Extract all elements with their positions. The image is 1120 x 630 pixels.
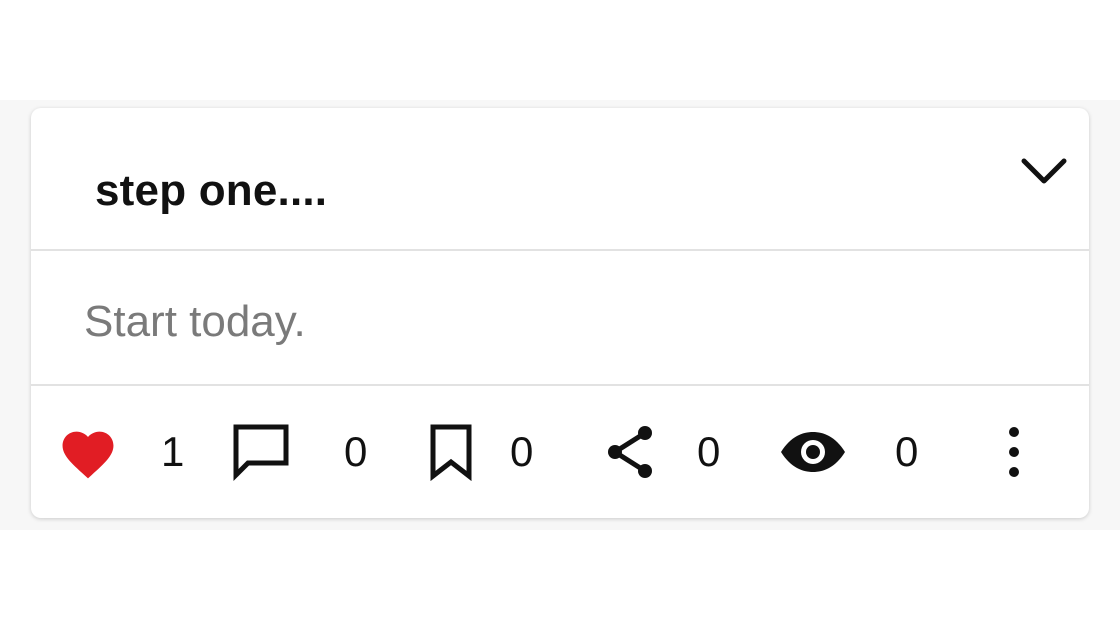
more-vertical-icon (1009, 427, 1019, 477)
post-body-text: Start today. (84, 297, 306, 346)
collapse-button[interactable] (1019, 153, 1069, 189)
like-button[interactable]: 1 (57, 386, 197, 518)
comment-button[interactable]: 0 (230, 386, 380, 518)
share-button[interactable]: 0 (603, 386, 733, 518)
post-card: step one.... Start today. 1 0 0 0 0 (31, 108, 1089, 518)
share-count: 0 (697, 428, 721, 475)
post-title: step one.... (95, 166, 328, 215)
eye-icon (781, 432, 845, 472)
bookmark-count: 0 (510, 428, 534, 475)
heart-icon (62, 431, 114, 479)
comment-count: 0 (344, 428, 368, 475)
post-card-header: step one.... (31, 108, 1089, 251)
post-card-body: Start today. (31, 251, 1089, 386)
share-icon (608, 426, 652, 478)
bookmark-button[interactable]: 0 (428, 386, 548, 518)
comment-icon (233, 424, 289, 482)
view-count-display: 0 (779, 386, 929, 518)
more-options-button[interactable] (999, 386, 1029, 518)
chevron-down-icon (1021, 158, 1067, 184)
bookmark-icon (430, 424, 472, 481)
like-count: 1 (161, 428, 185, 475)
post-actions-bar: 1 0 0 0 0 (31, 386, 1089, 518)
view-count: 0 (895, 428, 919, 475)
